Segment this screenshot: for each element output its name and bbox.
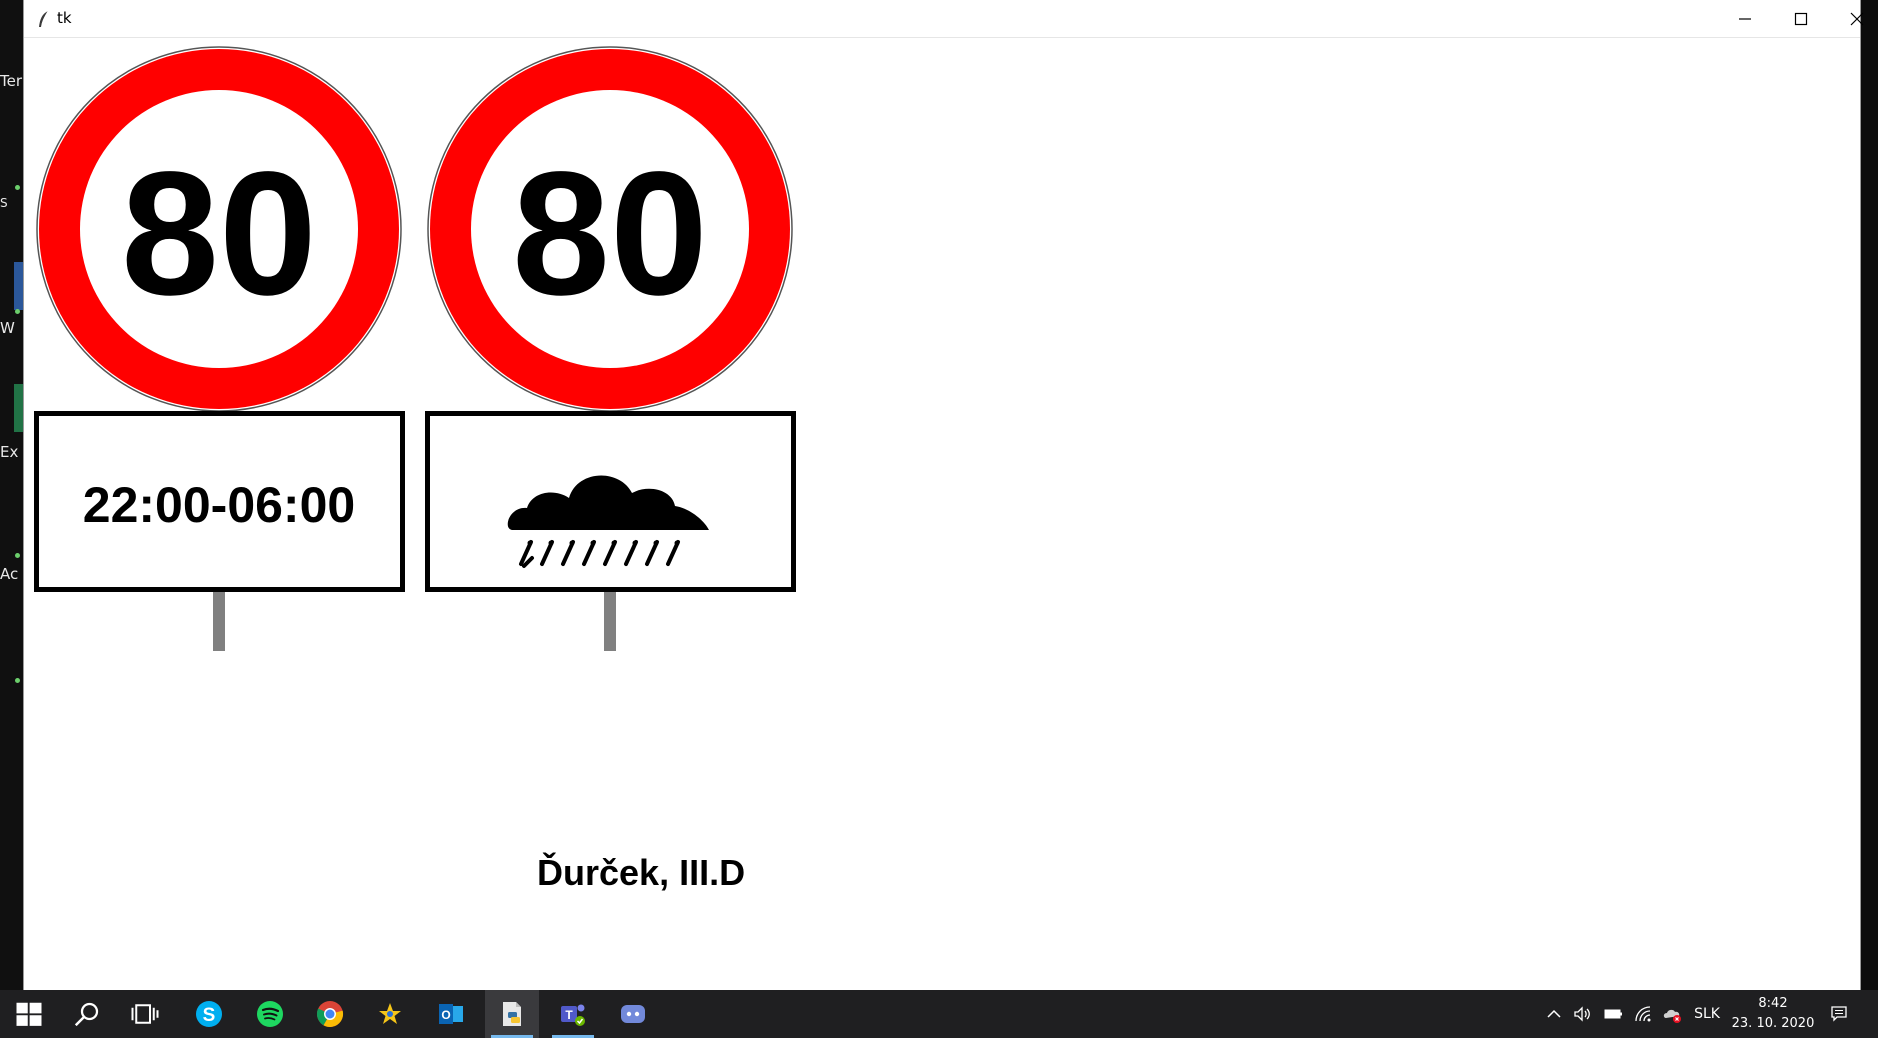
clock-time: 8:42 bbox=[1758, 996, 1788, 1011]
tray-clock[interactable]: 8:42 23. 10. 2020 bbox=[1728, 994, 1818, 1034]
window-title: tk bbox=[57, 9, 72, 27]
desktop-status-dot bbox=[15, 185, 20, 190]
sign-2-pole bbox=[604, 592, 616, 651]
sign-2-speed-number: 80 bbox=[512, 136, 708, 332]
taskbar-discord[interactable] bbox=[606, 990, 660, 1038]
tk-window: tk 80 22:00-06:00 80 Ďurček, III.D bbox=[23, 0, 1864, 990]
plate-1-time-text: 22:00-06:00 bbox=[83, 477, 355, 533]
desktop-icon-label-5[interactable]: Ac bbox=[0, 565, 23, 589]
tray-wifi[interactable] bbox=[1629, 990, 1657, 1038]
spotify-icon bbox=[257, 1001, 283, 1027]
desktop-icon-label-3[interactable]: W bbox=[0, 319, 23, 343]
chrome-icon bbox=[317, 1001, 344, 1027]
tray-overflow-button[interactable] bbox=[1540, 990, 1568, 1038]
tray-language[interactable]: SLK bbox=[1688, 990, 1726, 1038]
desktop-status-dot bbox=[15, 553, 20, 558]
teams-icon: T bbox=[561, 1004, 585, 1026]
search-button[interactable] bbox=[60, 990, 114, 1038]
minimize-button[interactable] bbox=[1717, 0, 1773, 38]
task-view-icon bbox=[131, 1004, 159, 1024]
desktop-status-dot bbox=[15, 309, 20, 314]
speed-limit-sign-1: 80 bbox=[36, 46, 402, 412]
pinned-star-icon bbox=[379, 1003, 401, 1024]
author-label: Ďurček, III.D bbox=[537, 852, 746, 893]
skype-icon: S bbox=[196, 1001, 222, 1027]
taskbar-python-idle[interactable] bbox=[485, 990, 539, 1038]
excel-icon[interactable] bbox=[14, 384, 23, 432]
clock-date: 23. 10. 2020 bbox=[1731, 1016, 1815, 1031]
svg-text:S: S bbox=[203, 1005, 216, 1026]
svg-text:O: O bbox=[441, 1008, 450, 1022]
outlook-icon: O bbox=[439, 1004, 463, 1024]
taskbar-teams[interactable]: T bbox=[546, 990, 600, 1038]
notification-icon bbox=[1831, 1006, 1847, 1022]
wifi-icon bbox=[1635, 1006, 1651, 1022]
discord-icon bbox=[621, 1005, 645, 1023]
start-button[interactable] bbox=[2, 990, 56, 1038]
chevron-up-icon bbox=[1547, 1009, 1561, 1018]
taskbar-pinned-app[interactable] bbox=[363, 990, 417, 1038]
volume-icon bbox=[1574, 1006, 1590, 1022]
desktop-icon-label-2[interactable]: S bbox=[0, 196, 23, 220]
battery-icon bbox=[1604, 1009, 1622, 1019]
taskbar-outlook[interactable]: O bbox=[424, 990, 478, 1038]
maximize-icon bbox=[1794, 12, 1808, 26]
action-center-button[interactable] bbox=[1821, 990, 1857, 1038]
taskbar: S O T SLK 8:42 23. 10. 2020 bbox=[0, 990, 1878, 1038]
desktop-status-dot bbox=[15, 678, 20, 683]
supplementary-plate-2 bbox=[425, 411, 796, 651]
language-indicator: SLK bbox=[1694, 1006, 1720, 1022]
supplementary-plate-1: 22:00-06:00 bbox=[34, 411, 405, 651]
tk-feather-icon bbox=[39, 10, 49, 27]
tk-canvas[interactable]: 80 22:00-06:00 80 Ďurček, III.D bbox=[24, 38, 1860, 990]
speed-limit-sign-2: 80 bbox=[427, 46, 793, 412]
minimize-icon bbox=[1739, 18, 1751, 20]
word-icon[interactable] bbox=[14, 262, 23, 310]
search-icon bbox=[74, 1002, 99, 1027]
taskbar-chrome[interactable] bbox=[303, 990, 357, 1038]
task-view-button[interactable] bbox=[118, 990, 172, 1038]
desktop-icon-label-4[interactable]: Ex bbox=[0, 443, 23, 467]
tray-battery[interactable] bbox=[1598, 990, 1628, 1038]
svg-text:T: T bbox=[565, 1008, 573, 1022]
title-bar[interactable]: tk bbox=[24, 0, 1864, 38]
desktop-background: Ter S W Ex Ac bbox=[0, 0, 23, 990]
taskbar-spotify[interactable] bbox=[243, 990, 297, 1038]
close-icon bbox=[1850, 12, 1864, 26]
sign-1-speed-number: 80 bbox=[121, 136, 317, 332]
python-idle-icon bbox=[503, 1002, 521, 1026]
sign-1-pole bbox=[213, 592, 225, 651]
tray-onedrive[interactable] bbox=[1657, 990, 1687, 1038]
signs-drawing: 80 22:00-06:00 80 bbox=[34, 46, 796, 651]
onedrive-error-icon bbox=[1663, 1009, 1681, 1023]
tray-volume[interactable] bbox=[1568, 990, 1596, 1038]
close-button[interactable] bbox=[1829, 0, 1878, 38]
maximize-button[interactable] bbox=[1773, 0, 1829, 38]
windows-start-icon bbox=[16, 1002, 42, 1026]
desktop-icon-label-1[interactable]: Ter bbox=[0, 72, 23, 96]
taskbar-skype[interactable]: S bbox=[182, 990, 236, 1038]
